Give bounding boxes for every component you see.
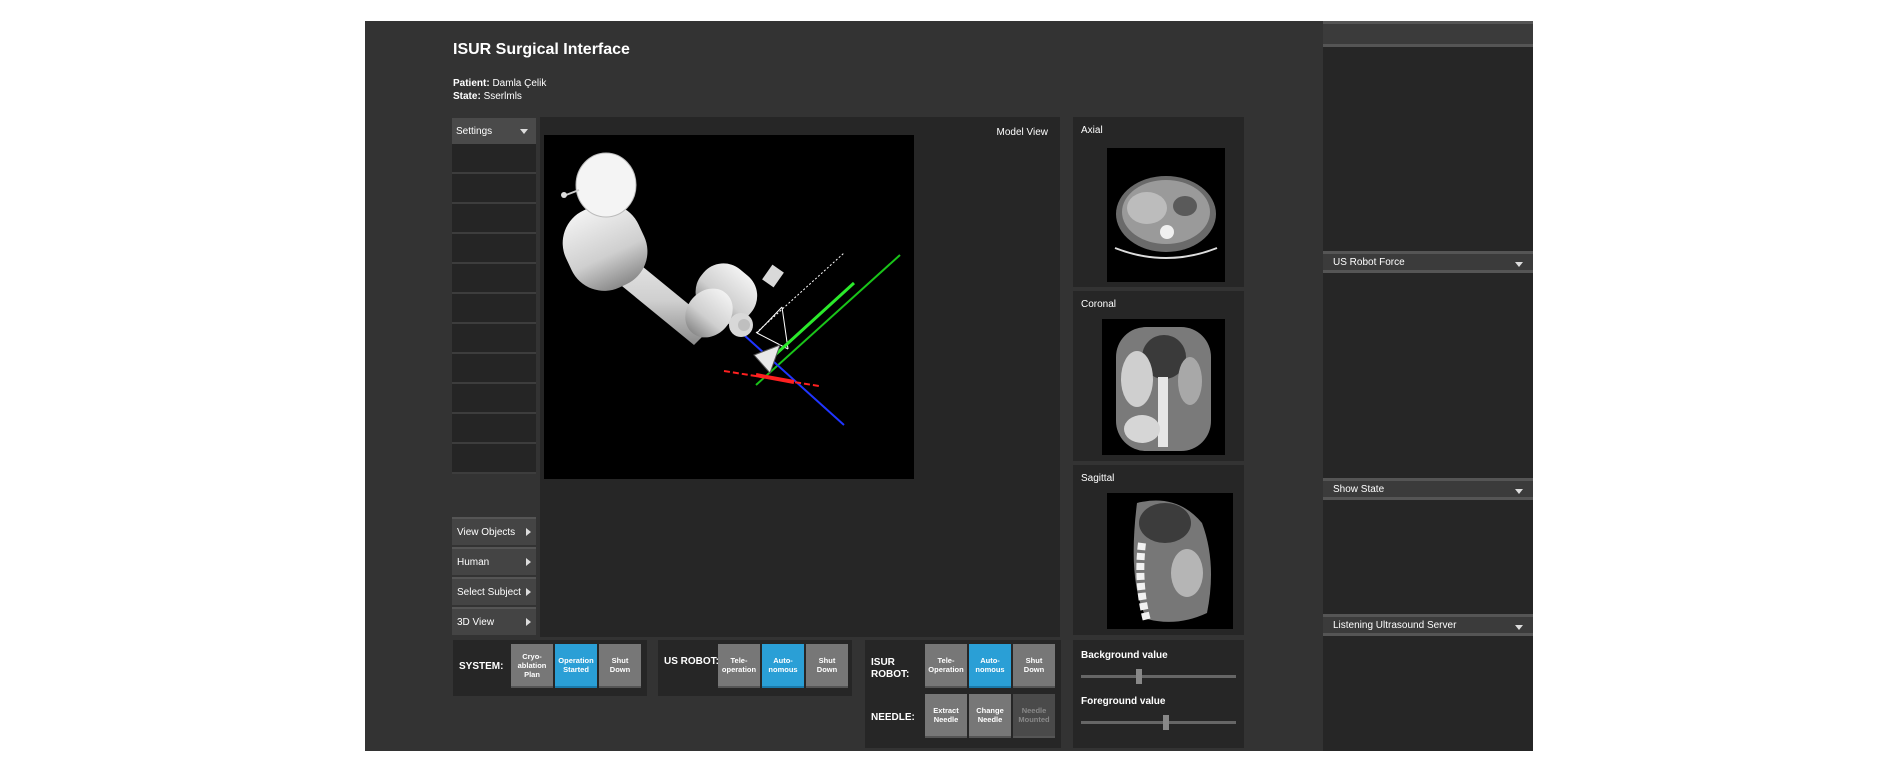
nav-view-objects[interactable]: View Objects — [452, 517, 536, 545]
isur-teleoperation-button[interactable]: Tele-Operation — [925, 644, 967, 688]
coronal-scan-icon — [1116, 327, 1211, 451]
chevron-down-icon — [1515, 625, 1523, 630]
coronal-label: Coronal — [1081, 299, 1117, 310]
foreground-slider-thumb[interactable] — [1163, 715, 1169, 730]
patient-name: Damla Çelik — [492, 78, 547, 89]
system-bar: SYSTEM: Cryo-ablation Plan Operation Sta… — [453, 640, 647, 696]
list-item[interactable] — [452, 294, 536, 324]
chevron-down-icon — [520, 129, 528, 134]
background-value-label: Background value — [1081, 650, 1168, 661]
list-item[interactable] — [452, 384, 536, 414]
list-item[interactable] — [452, 324, 536, 354]
robot-arm-render — [561, 152, 901, 426]
list-item[interactable] — [452, 174, 536, 204]
foreground-value-label: Foreground value — [1081, 696, 1166, 707]
sagittal-scan-icon — [1133, 500, 1211, 623]
us-robot-label: US ROBOT: — [664, 656, 719, 667]
list-item[interactable] — [452, 264, 536, 294]
chevron-right-icon — [526, 528, 531, 536]
section-label: US Robot Force — [1333, 256, 1405, 268]
chevron-down-icon — [1515, 262, 1523, 267]
list-item[interactable] — [452, 414, 536, 444]
section-label: Show State — [1333, 483, 1385, 495]
state-value: Sserlmls — [483, 91, 522, 102]
change-needle-button[interactable]: Change Needle — [969, 694, 1011, 738]
right-sidebar: US Robot Force Show State Listening Ultr… — [1323, 21, 1533, 751]
list-item[interactable] — [452, 444, 536, 474]
isur-shut-down-button[interactable]: Shut Down — [1013, 644, 1055, 688]
nav-3d-view[interactable]: 3D View — [452, 607, 536, 635]
sagittal-panel: Sagittal — [1073, 465, 1244, 635]
list-item[interactable] — [452, 144, 536, 174]
nav-label: 3D View — [457, 616, 495, 628]
settings-list — [452, 144, 536, 474]
needle-label: NEEDLE: — [871, 712, 915, 723]
chevron-right-icon — [526, 588, 531, 596]
isur-autonomous-button[interactable]: Auto-nomous — [969, 644, 1011, 688]
show-state-dropdown[interactable]: Show State — [1323, 478, 1533, 500]
nav-label: View Objects — [457, 526, 516, 538]
nav-human[interactable]: Human — [452, 547, 536, 575]
listening-ultrasound-server-dropdown[interactable]: Listening Ultrasound Server — [1323, 614, 1533, 636]
axial-panel: Axial — [1073, 117, 1244, 287]
extract-needle-button[interactable]: Extract Needle — [925, 694, 967, 738]
patient-info: Patient: Damla Çelik State: Sserlmls — [453, 77, 546, 103]
value-sliders-panel: Background value Foreground value — [1073, 640, 1244, 748]
right-top-header — [1323, 21, 1533, 47]
list-item[interactable] — [452, 204, 536, 234]
nav-label: Human — [457, 556, 490, 568]
chevron-down-icon — [1515, 489, 1523, 494]
3d-viewport[interactable] — [544, 135, 914, 479]
chevron-right-icon — [526, 618, 531, 626]
settings-label: Settings — [456, 125, 493, 137]
system-label: SYSTEM: — [459, 661, 504, 672]
coronal-panel: Coronal — [1073, 291, 1244, 461]
model-view-panel: Model View — [540, 117, 1060, 637]
app-title: ISUR Surgical Interface — [453, 41, 630, 58]
needle-mounted-button: Needle Mounted — [1013, 694, 1055, 738]
app-window: ISUR Surgical Interface Patient: Damla Ç… — [365, 21, 1533, 751]
patient-label: Patient: — [453, 78, 490, 89]
system-shut-down-button[interactable]: Shut Down — [599, 644, 641, 688]
nav-select-subject[interactable]: Select Subject — [452, 577, 536, 605]
cryo-ablation-plan-button[interactable]: Cryo-ablation Plan — [511, 644, 553, 688]
axial-scan-icon — [1114, 176, 1218, 259]
foreground-value-slider[interactable] — [1081, 715, 1236, 730]
nav-label: Select Subject — [457, 586, 521, 598]
chevron-right-icon — [526, 558, 531, 566]
state-label: State: — [453, 91, 481, 102]
isur-robot-bar: ISUR ROBOT: Tele-Operation Auto-nomous S… — [865, 640, 1061, 748]
us-autonomous-button[interactable]: Auto-nomous — [762, 644, 804, 688]
us-teleoperation-button[interactable]: Tele-operation — [718, 644, 760, 688]
axial-label: Axial — [1081, 125, 1103, 136]
isur-robot-label: ISUR ROBOT: — [871, 657, 910, 680]
axial-image[interactable] — [1107, 148, 1225, 282]
list-item[interactable] — [452, 234, 536, 264]
us-robot-force-dropdown[interactable]: US Robot Force — [1323, 251, 1533, 273]
background-slider-thumb[interactable] — [1136, 669, 1142, 684]
us-robot-bar: US ROBOT: Tele-operation Auto-nomous Shu… — [658, 640, 852, 696]
coronal-image[interactable] — [1102, 319, 1225, 455]
list-item[interactable] — [452, 354, 536, 384]
sagittal-image[interactable] — [1107, 493, 1233, 629]
settings-dropdown[interactable]: Settings — [452, 118, 536, 144]
us-shut-down-button[interactable]: Shut Down — [806, 644, 848, 688]
operation-started-button[interactable]: Operation Started — [555, 644, 597, 688]
sagittal-label: Sagittal — [1081, 473, 1115, 484]
background-value-slider[interactable] — [1081, 669, 1236, 684]
model-view-label: Model View — [996, 127, 1048, 138]
section-label: Listening Ultrasound Server — [1333, 619, 1457, 631]
